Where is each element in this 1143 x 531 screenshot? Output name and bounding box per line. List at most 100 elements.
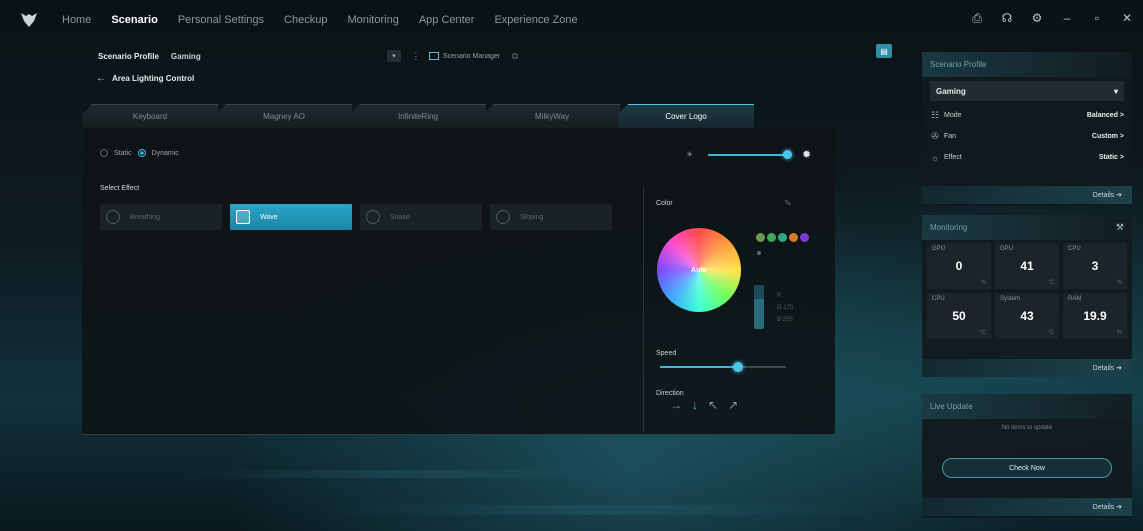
monitor-label: GPU	[1000, 246, 1014, 252]
scenario-profile-card-select[interactable]: Gaming ▾	[930, 81, 1124, 101]
scenario-manager-button[interactable]: Scenario Manager	[428, 52, 500, 60]
color-swatch[interactable]	[778, 233, 787, 242]
sidebar-toggle-icon[interactable]: ▤	[876, 44, 892, 58]
monitor-label: CPU	[932, 296, 945, 302]
settings-icon[interactable]: ⚙	[1029, 10, 1045, 26]
scenario-profile-card-value: Gaming	[936, 86, 966, 96]
scenario-profile-bar: Scenario Profile Gaming ▾ ⋮ Scenario Man…	[98, 50, 520, 62]
minimize-icon[interactable]: –	[1059, 10, 1075, 26]
direction-label: Direction	[656, 390, 684, 397]
nav-item-checkup[interactable]: Checkup	[284, 14, 327, 26]
nav-item-scenario[interactable]: Scenario	[111, 14, 157, 26]
speed-slider-fill	[660, 366, 739, 368]
up-right-arrow-icon[interactable]: ↗	[728, 398, 738, 412]
tab-keyboard[interactable]: Keyboard	[82, 104, 218, 128]
profile-row-fan[interactable]: ✇ Fan Custom >	[930, 126, 1124, 147]
monitor-value: 0	[955, 259, 963, 273]
back-arrow-icon: ←	[96, 73, 106, 84]
effect-wave[interactable]: Wave	[230, 204, 352, 230]
live-update-card: Live Update No items to update Check Now…	[922, 394, 1132, 518]
monitor-cell-ram: RAM 19.9%	[1063, 293, 1127, 339]
profile-row-effect[interactable]: ☼ Effect Static >	[930, 147, 1124, 168]
monitoring-grid: GPU 0% GPU 41 °C CPU 3% CPU 50 °C System 43 °C RAM 19.…	[922, 240, 1132, 342]
monitoring-card-title: Monitoring	[930, 223, 968, 232]
brightness-high-icon: ✹	[802, 149, 812, 161]
effect-snake[interactable]: Snake	[360, 204, 482, 230]
profile-row-name: Effect	[944, 154, 962, 161]
monitoring-card-header: Monitoring ⚒	[922, 215, 1132, 240]
copy-icon[interactable]: ⧉	[510, 50, 520, 62]
profile-row-label: ☷ Mode	[930, 110, 962, 121]
headset-icon[interactable]: ☊	[999, 10, 1015, 26]
color-wheel[interactable]: Auto	[657, 228, 741, 312]
down-arrow-icon[interactable]: ↓	[692, 398, 698, 412]
tab-milkyway[interactable]: MilkyWay	[484, 104, 620, 128]
scenario-profile-card-title: Scenario Profile	[922, 52, 1132, 77]
monitor-value: 3	[1091, 259, 1099, 273]
effect-label: Snake	[390, 213, 410, 221]
restore-icon[interactable]: ▫	[1089, 10, 1105, 26]
monitor-unit: °C	[979, 330, 986, 336]
nav-item-personal-settings[interactable]: Personal Settings	[178, 14, 264, 26]
direction-buttons: → ↓ ↖ ↗	[670, 398, 738, 412]
scenario-profile-select[interactable]: Gaming	[171, 52, 381, 61]
tab-label: InfiniteRing	[397, 111, 439, 121]
color-swatch[interactable]	[756, 233, 765, 242]
check-now-button[interactable]: Check Now	[942, 458, 1112, 478]
live-update-details-link[interactable]: Details ➔	[922, 498, 1132, 516]
monitoring-card: Monitoring ⚒ GPU 0% GPU 41 °C CPU 3% CPU 50 °C Sys…	[922, 215, 1132, 377]
fan-icon: ✇	[931, 131, 939, 141]
color-swatch[interactable]	[789, 233, 798, 242]
close-icon[interactable]: ✕	[1119, 10, 1135, 26]
monitor-unit: %	[1116, 280, 1122, 286]
effect-icon: ☼	[930, 152, 940, 163]
brightness-slider-handle[interactable]	[783, 150, 793, 159]
nav-item-app-center[interactable]: App Center	[419, 14, 475, 26]
right-arrow-icon[interactable]: →	[670, 398, 682, 412]
profile-row-name: Fan	[944, 133, 957, 140]
nav-item-experience-zone[interactable]: Experience Zone	[494, 14, 577, 26]
monitor-unit: %	[980, 280, 986, 286]
monitor-label: GPU	[932, 246, 946, 252]
chevron-down-icon: ▾	[1113, 86, 1118, 96]
effect-breathing[interactable]: Breathing	[100, 204, 222, 230]
tab-infinitering[interactable]: InfiniteRing	[350, 104, 486, 128]
color-intensity-slider[interactable]	[754, 285, 764, 329]
eyedropper-icon[interactable]: ✎	[784, 198, 792, 209]
nav-item-monitoring[interactable]: Monitoring	[347, 14, 398, 26]
tab-label: MilkyWay	[535, 111, 569, 121]
monitor-value: 41	[1020, 259, 1034, 273]
color-swatch[interactable]	[800, 233, 809, 242]
monitor-label: System	[1000, 296, 1021, 302]
wrench-icon[interactable]: ⚒	[1116, 222, 1124, 233]
profile-row-mode[interactable]: ☷ Mode Balanced >	[930, 105, 1124, 126]
add-swatch-dot[interactable]	[757, 251, 761, 255]
effect-sloping[interactable]: Sloping	[490, 204, 612, 230]
disk-icon[interactable]: ⎙	[969, 10, 985, 26]
page-title: Area Lighting Control	[112, 74, 195, 83]
monitor-value: 43	[1020, 309, 1034, 323]
top-bar: Home Scenario Personal Settings Checkup Moni…	[0, 0, 1143, 42]
tab-cover-logo[interactable]: Cover Logo	[618, 104, 754, 128]
scenario-profile-details-link[interactable]: Details ➔	[922, 186, 1132, 204]
monitoring-details-link[interactable]: Details ➔	[922, 359, 1132, 377]
color-swatch[interactable]	[767, 233, 776, 242]
profile-row-label: ✇ Fan	[930, 131, 957, 142]
effect-label: Sloping	[520, 213, 544, 221]
nav-item-home[interactable]: Home	[62, 14, 91, 26]
dynamic-radio[interactable]	[137, 149, 146, 157]
static-radio[interactable]	[100, 149, 108, 157]
tab-magney-ao[interactable]: Magney AO	[216, 104, 352, 128]
sloping-effect-icon	[496, 210, 510, 224]
monitor-unit: °C	[1047, 330, 1054, 336]
monitor-value: 50	[952, 309, 966, 323]
profile-row-value: Static >	[1098, 154, 1124, 161]
back-link[interactable]: ← Area Lighting Control	[96, 73, 194, 84]
info-icon[interactable]: ⋮	[411, 50, 421, 62]
up-left-arrow-icon[interactable]: ↖	[708, 398, 718, 412]
tab-label: Magney AO	[263, 111, 305, 121]
brightness-slider-track[interactable]	[708, 154, 788, 156]
chevron-down-icon[interactable]: ▾	[386, 50, 401, 62]
background-light-streak	[320, 505, 880, 515]
color-wheel-label: Auto	[691, 266, 707, 274]
